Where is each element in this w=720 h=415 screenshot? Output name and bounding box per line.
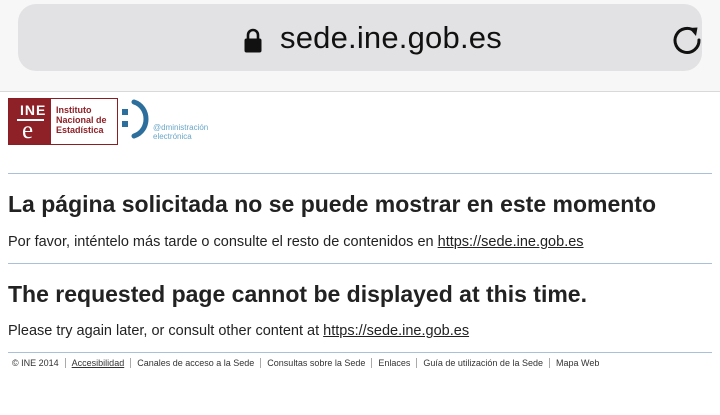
ine-logo-line2: Nacional de bbox=[56, 115, 107, 125]
administracion-electronica-text: @dministración electrónica bbox=[153, 123, 208, 141]
ine-logo-mark: INE e bbox=[9, 99, 51, 144]
footer-link-canales[interactable]: Canales de acceso a la Sede bbox=[130, 358, 260, 368]
ine-logo-line1: Instituto bbox=[56, 105, 92, 115]
divider bbox=[8, 173, 712, 174]
footer-link-mapa-web[interactable]: Mapa Web bbox=[548, 358, 605, 368]
english-text-body: Please try again later, or consult other… bbox=[8, 323, 324, 339]
footer-copyright: © INE 2014 bbox=[12, 358, 59, 368]
spanish-heading: La página solicitada no se puede mostrar… bbox=[8, 191, 656, 217]
english-heading: The requested page cannot be displayed a… bbox=[8, 281, 587, 307]
footer-link-accesibilidad[interactable]: Accesibilidad bbox=[64, 358, 131, 368]
address-bar[interactable]: sede.ine.gob.es bbox=[18, 4, 702, 71]
administracion-electronica-icon[interactable] bbox=[120, 99, 154, 139]
footer-link-consultas[interactable]: Consultas sobre la Sede bbox=[260, 358, 371, 368]
ine-logo[interactable]: INE e Instituto Nacional de Estadística bbox=[8, 98, 118, 145]
ine-logo-e: e bbox=[22, 117, 34, 144]
english-text: Please try again later, or consult other… bbox=[8, 323, 469, 339]
ae-line2: electrónica bbox=[153, 131, 192, 141]
ine-logo-letters: INE bbox=[20, 102, 47, 118]
spanish-text: Por favor, inténtelo más tarde o consult… bbox=[8, 234, 584, 250]
address-bar-url: sede.ine.gob.es bbox=[280, 20, 502, 55]
footer-link-guia[interactable]: Guía de utilización de la Sede bbox=[416, 358, 549, 368]
reload-icon[interactable] bbox=[670, 23, 704, 57]
footer: © INE 2014 Accesibilidad Canales de acce… bbox=[12, 358, 605, 368]
footer-divider bbox=[8, 352, 712, 353]
browser-toolbar: sede.ine.gob.es bbox=[0, 0, 720, 92]
divider bbox=[8, 263, 712, 264]
spanish-text-body: Por favor, inténtelo más tarde o consult… bbox=[8, 234, 438, 250]
ine-logo-text: Instituto Nacional de Estadística bbox=[56, 105, 107, 135]
english-sede-link[interactable]: https://sede.ine.gob.es bbox=[323, 323, 469, 339]
footer-link-enlaces[interactable]: Enlaces bbox=[371, 358, 416, 368]
lock-icon bbox=[244, 28, 262, 53]
spanish-sede-link[interactable]: https://sede.ine.gob.es bbox=[438, 234, 584, 250]
ine-logo-line3: Estadística bbox=[56, 125, 104, 135]
